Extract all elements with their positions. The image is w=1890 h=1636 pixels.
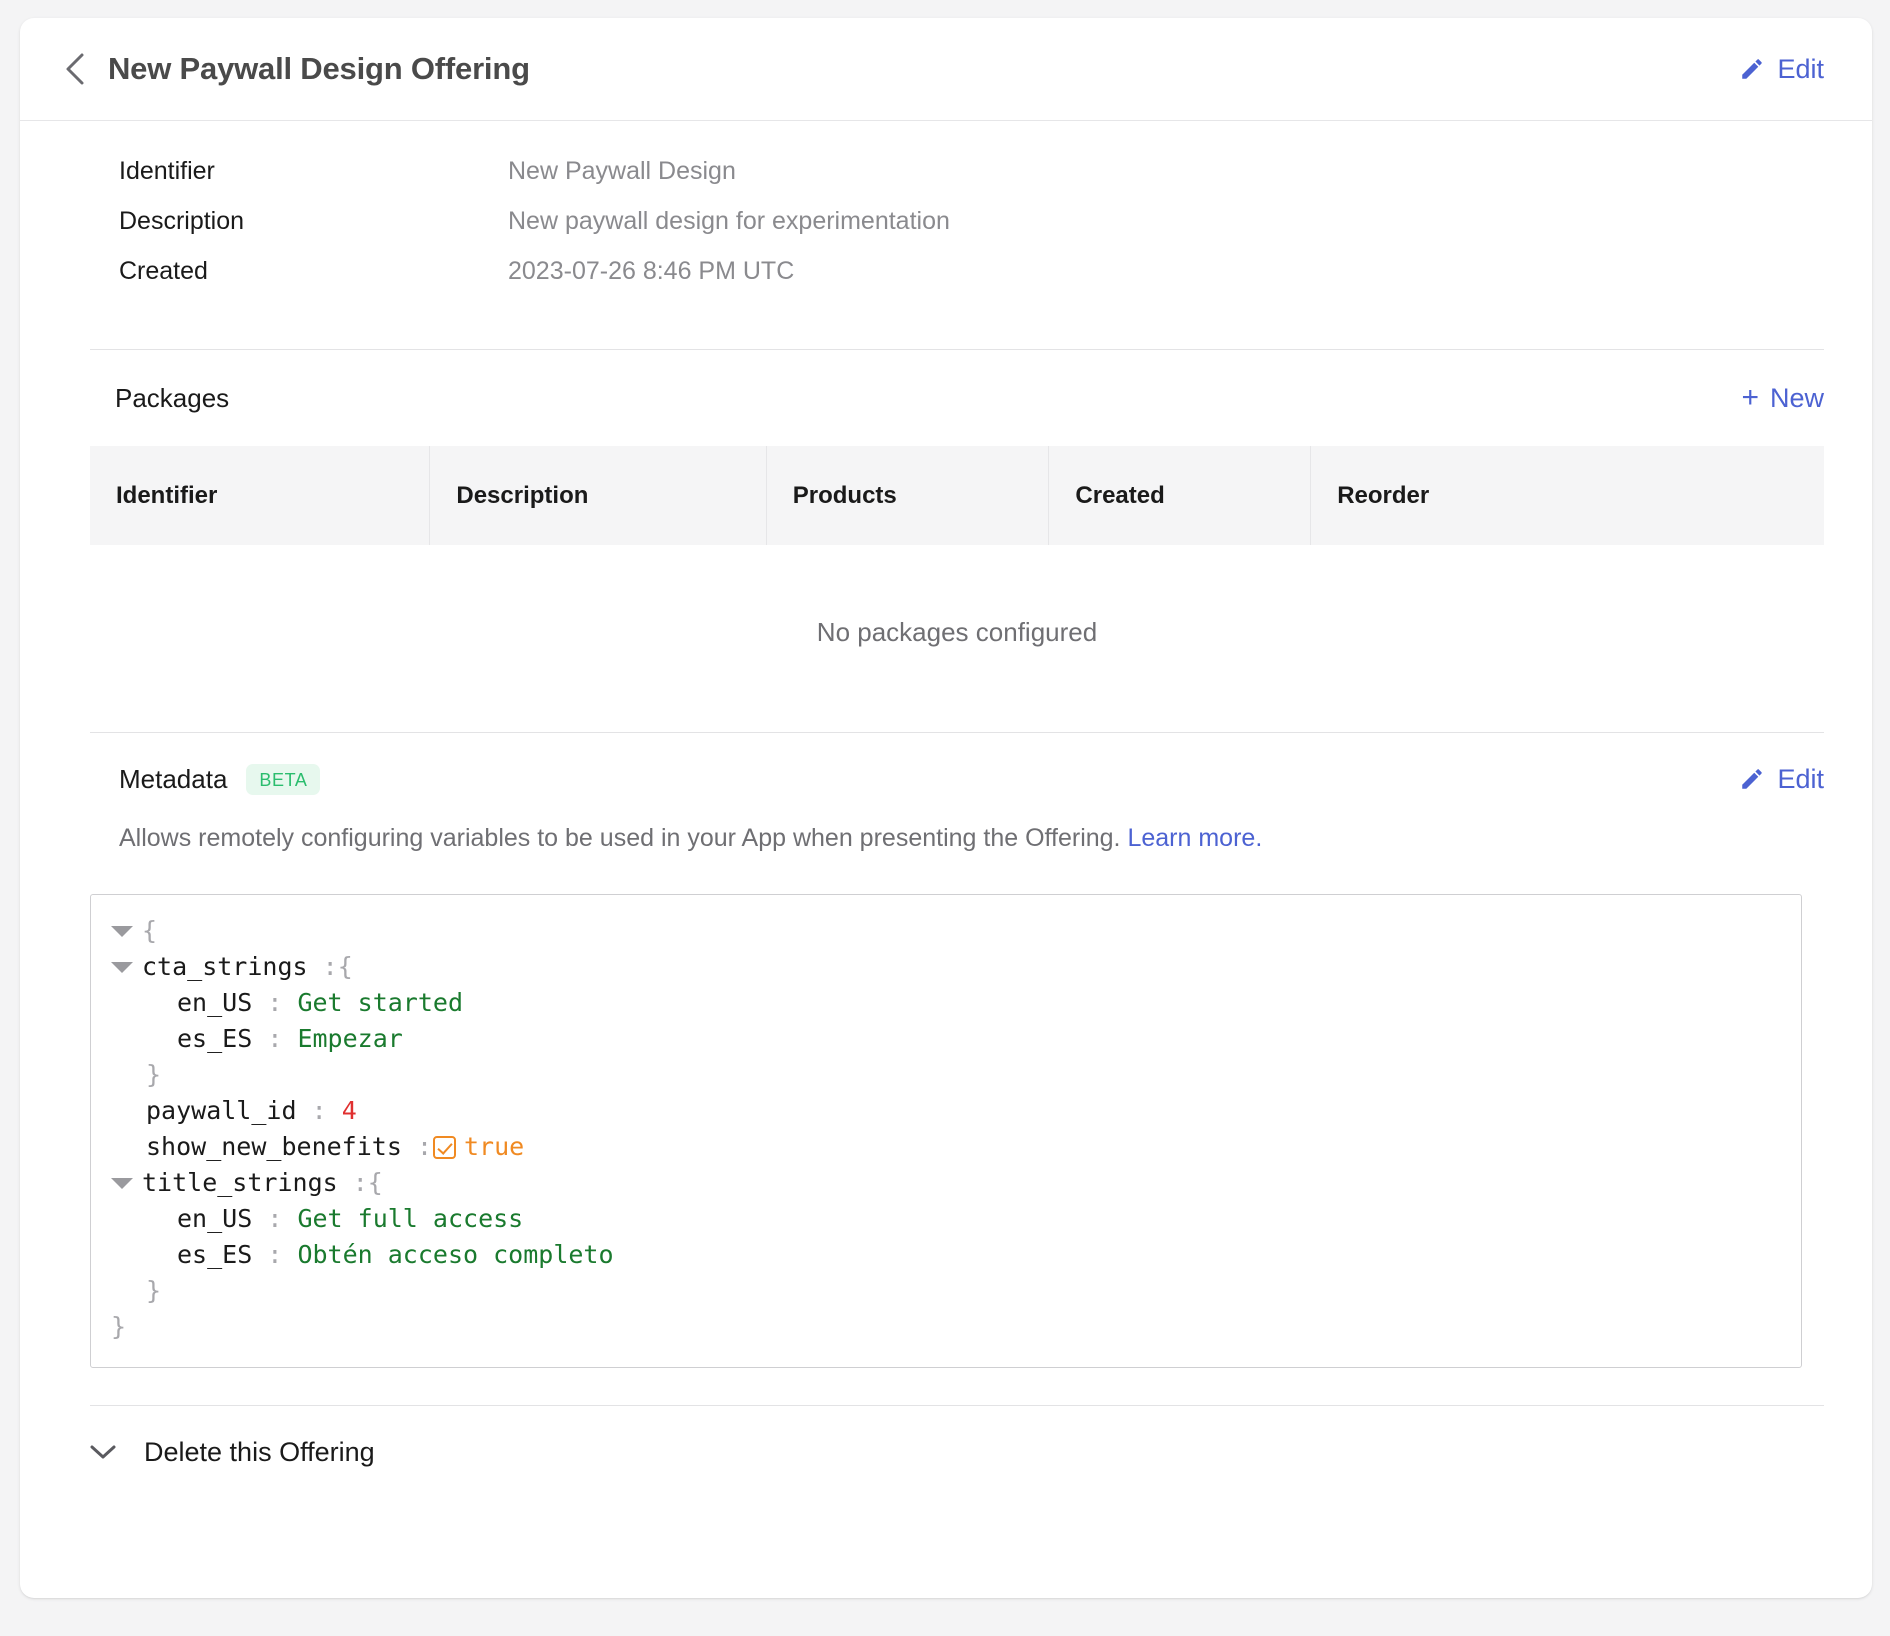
edit-metadata-label: Edit [1777,763,1824,794]
json-line-root-close: } [91,1309,1801,1345]
json-line-cta-es-es: es_ES : Empezar [91,1021,1801,1057]
plus-icon: + [1741,381,1759,414]
column-header-identifier[interactable]: Identifier [90,446,431,545]
metadata-header: Metadata BETA Edit [20,733,1872,825]
new-package-button[interactable]: + New [1741,383,1824,414]
empty-state-message: No packages configured [816,617,1098,647]
card-header: New Paywall Design Offering Edit [20,18,1872,121]
json-value: Empezar [297,1024,403,1053]
delete-offering-label: Delete this Offering [144,1436,375,1467]
new-package-label: New [1769,382,1824,413]
json-value: true [464,1132,525,1161]
learn-more-link[interactable]: Learn more. [1127,824,1262,852]
packages-header: Packages + New [20,350,1872,446]
json-key: show_new_benefits [146,1132,402,1161]
json-line-root-open: { [91,913,1801,949]
column-header-created[interactable]: Created [1048,446,1312,545]
json-brace: { [337,952,353,981]
beta-badge: BETA [246,763,321,795]
detail-label: Created [119,257,208,285]
packages-table-head: Identifier Description Products Created … [90,446,1824,545]
collapse-triangle-icon[interactable] [111,961,133,973]
details-section: Identifier New Paywall Design Descriptio… [20,121,1872,307]
detail-value: 2023-07-26 8:46 PM UTC [508,257,795,285]
json-key: es_ES [177,1240,253,1269]
chevron-down-icon [90,1445,116,1459]
json-brace: } [111,1312,127,1341]
json-key: en_US [177,1204,253,1233]
json-colon: : [311,1096,327,1125]
json-line-title-strings: title_strings :{ [91,1165,1801,1201]
table-header-row: Identifier Description Products Created … [90,446,1824,545]
json-value: Obtén acceso completo [297,1240,614,1269]
packages-table: Identifier Description Products Created … [90,446,1824,720]
detail-value: New paywall design for experimentation [508,207,950,235]
detail-row-created: Created 2023-07-26 8:46 PM UTC [20,257,1872,307]
packages-title: Packages [115,382,230,413]
json-colon: : [267,1204,283,1233]
json-value: Get started [297,988,464,1017]
json-line-cta-strings: cta_strings :{ [91,949,1801,985]
json-key: paywall_id [146,1096,297,1125]
back-button[interactable] [58,52,92,86]
detail-row-description: Description New paywall design for exper… [20,207,1872,257]
offering-detail-card: New Paywall Design Offering Edit Identif… [20,18,1872,1598]
collapse-triangle-icon[interactable] [111,1177,133,1189]
json-key: en_US [177,988,253,1017]
json-brace: } [146,1276,162,1305]
column-header-description[interactable]: Description [429,446,767,545]
json-key: title_strings [142,1168,338,1197]
json-brace: } [146,1060,162,1089]
json-value: 4 [341,1096,357,1125]
json-colon: : [267,1024,283,1053]
json-line-paywall-id: paywall_id : 4 [91,1093,1801,1129]
detail-label: Description [119,207,245,235]
metadata-json-viewer: { cta_strings :{ en_US : Get started es_… [90,894,1802,1368]
edit-metadata-button[interactable]: Edit [1739,764,1824,795]
json-line-show-new-benefits: show_new_benefits : true [91,1129,1801,1165]
metadata-title: Metadata [119,763,228,794]
empty-state-row: No packages configured [90,545,1824,720]
json-brace: { [367,1168,383,1197]
detail-label: Identifier [119,157,215,185]
packages-table-body: No packages configured [90,545,1824,720]
edit-offering-label: Edit [1777,53,1824,84]
packages-table-wrap: Identifier Description Products Created … [20,446,1872,720]
delete-offering-row[interactable]: Delete this Offering [20,1406,1872,1498]
edit-offering-button[interactable]: Edit [1739,54,1824,85]
json-brace: { [142,916,158,945]
detail-row-identifier: Identifier New Paywall Design [20,157,1872,207]
json-line-title-close: } [91,1273,1801,1309]
json-line-title-en-us: en_US : Get full access [91,1201,1801,1237]
json-colon: : [416,1132,432,1161]
detail-value: New Paywall Design [508,157,736,185]
json-value: Get full access [297,1204,524,1233]
json-line-title-es-es: es_ES : Obtén acceso completo [91,1237,1801,1273]
chevron-left-icon [66,53,84,85]
metadata-description-text: Allows remotely configuring variables to… [119,824,1121,852]
json-line-cta-close: } [91,1057,1801,1093]
metadata-description: Allows remotely configuring variables to… [20,821,1872,856]
json-colon: : [322,952,338,981]
pencil-icon [1742,59,1763,79]
json-colon: : [352,1168,368,1197]
json-boolean-checkbox[interactable] [433,1135,456,1159]
json-line-cta-en-us: en_US : Get started [91,985,1801,1021]
page-title: New Paywall Design Offering [108,51,530,86]
json-key: es_ES [177,1024,253,1053]
pencil-icon [1742,769,1763,789]
json-colon: : [267,988,283,1017]
column-header-products[interactable]: Products [766,446,1050,545]
collapse-triangle-icon[interactable] [111,925,133,937]
json-key: cta_strings [142,952,308,981]
column-header-reorder[interactable]: Reorder [1311,446,1824,545]
json-colon: : [267,1240,283,1269]
